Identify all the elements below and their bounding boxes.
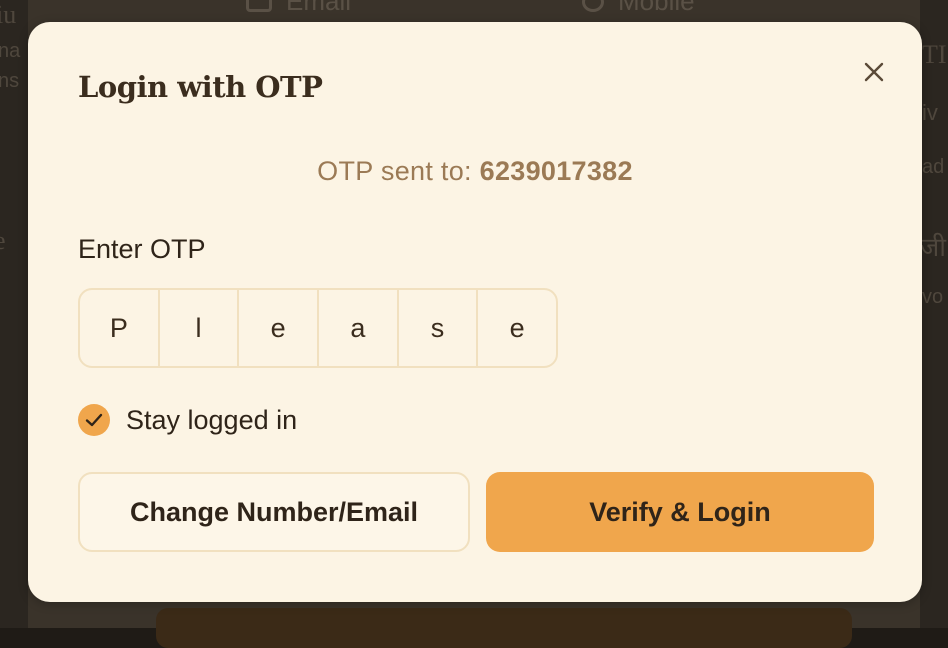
stay-logged-in-row[interactable]: Stay logged in	[78, 404, 297, 436]
otp-input-group: P l e a s e	[78, 288, 558, 368]
background-text-fragment: जी	[920, 233, 947, 262]
otp-digit-input-2[interactable]: l	[160, 290, 240, 366]
background-text-fragment: ns	[0, 70, 20, 92]
close-button[interactable]	[860, 58, 888, 86]
otp-digit-input-6[interactable]: e	[478, 290, 556, 366]
background-tab-label: Email	[286, 0, 352, 16]
close-icon	[864, 62, 884, 82]
background-right-edge: TI iv ad जी vo	[920, 0, 948, 628]
modal-title: Login with OTP	[78, 70, 323, 104]
otp-sent-number: 6239017382	[479, 156, 633, 186]
stay-logged-in-label: Stay logged in	[126, 404, 298, 435]
otp-sent-message: OTP sent to: 6239017382	[28, 156, 922, 187]
background-tab-email: Email	[246, 0, 351, 17]
otp-login-modal: Login with OTP OTP sent to: 6239017382 E…	[28, 22, 922, 602]
otp-sent-prefix: OTP sent to:	[317, 156, 472, 186]
otp-digit-input-4[interactable]: a	[319, 290, 399, 366]
background-tab-mobile: Mobile	[582, 0, 695, 17]
background-text-fragment: vo	[922, 286, 944, 308]
otp-digit-input-5[interactable]: s	[399, 290, 479, 366]
phone-icon	[582, 0, 604, 12]
change-number-email-button[interactable]: Change Number/Email	[78, 472, 470, 552]
background-text-fragment: na	[0, 40, 21, 62]
enter-otp-label: Enter OTP	[78, 234, 206, 264]
verify-login-button[interactable]: Verify & Login	[486, 472, 874, 552]
background-text-fragment: ad	[922, 156, 945, 178]
otp-digit-input-3[interactable]: e	[239, 290, 320, 366]
stay-logged-in-checkbox[interactable]	[78, 404, 110, 436]
background-text-fragment: iv	[922, 100, 938, 125]
background-tabbar: Email Mobile	[228, 0, 828, 17]
background-text-fragment: e	[0, 226, 6, 256]
mail-icon	[246, 0, 272, 12]
checkmark-icon	[85, 413, 103, 427]
background-text-fragment: TI	[922, 40, 947, 69]
background-tab-label: Mobile	[618, 0, 695, 16]
background-left-edge: iu na ns e	[0, 0, 28, 628]
background-text-fragment: iu	[0, 0, 17, 29]
background-primary-button	[156, 608, 852, 648]
otp-digit-input-1[interactable]: P	[80, 290, 160, 366]
